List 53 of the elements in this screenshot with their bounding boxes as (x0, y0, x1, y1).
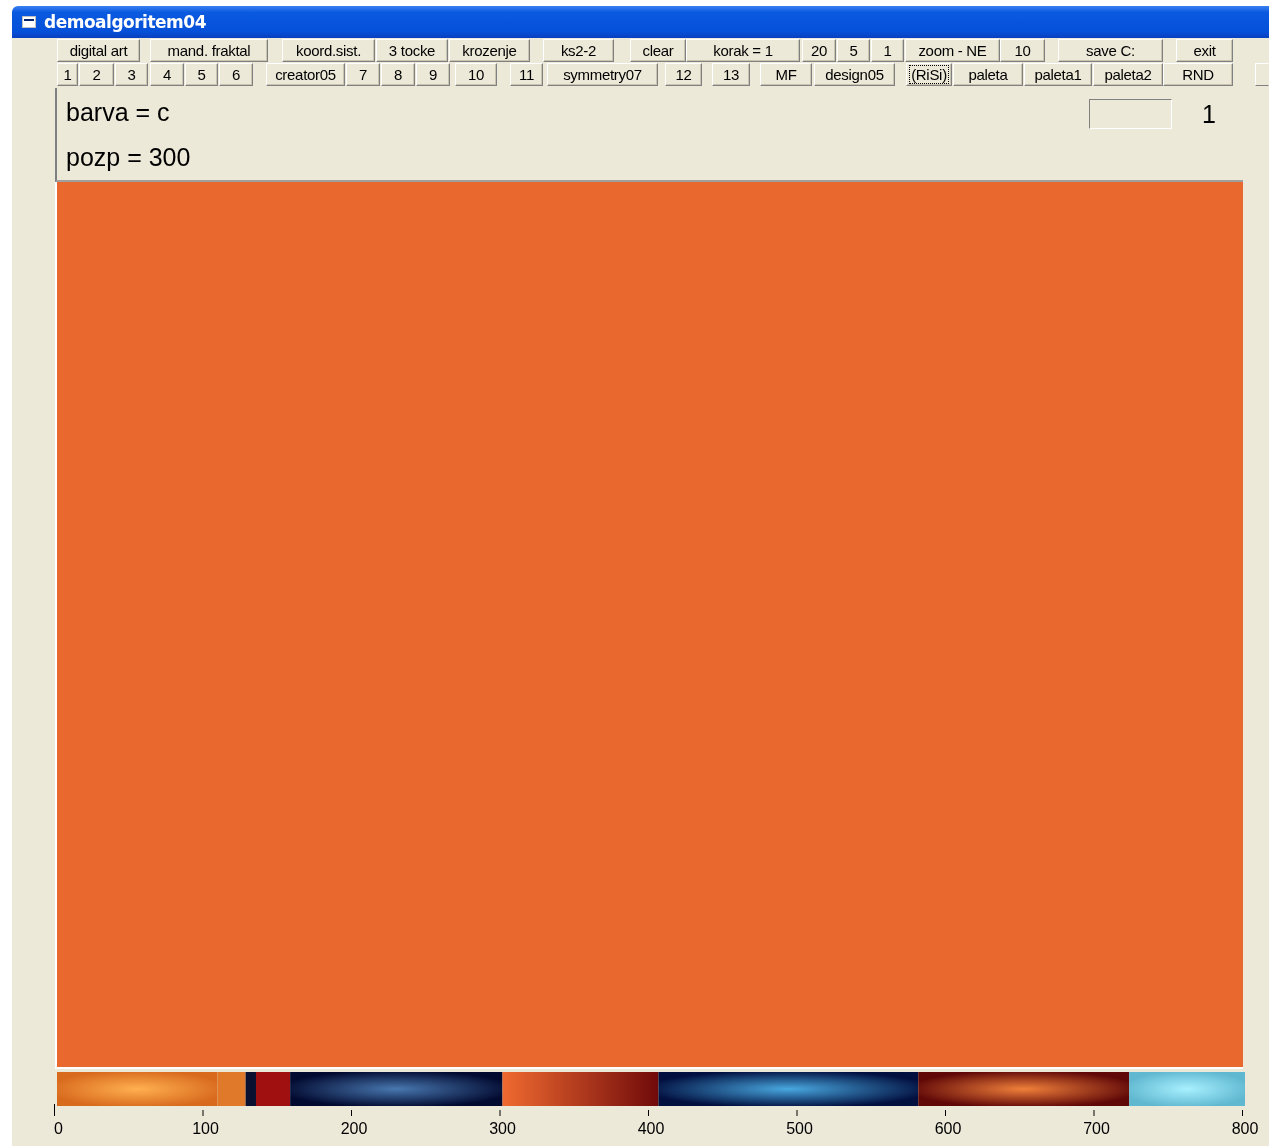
toolbar-button[interactable]: clear (630, 39, 686, 62)
toolbar-button[interactable]: paleta1 (1024, 63, 1092, 86)
toolbar-button[interactable]: zoom - NE (905, 39, 1000, 62)
toolbar-button[interactable]: 6 (219, 63, 253, 86)
toolbar-button[interactable]: 3 tocke (376, 39, 448, 62)
toolbar-button[interactable]: korak = 1 (686, 39, 800, 62)
toolbar-button[interactable]: 5 (185, 63, 218, 86)
toolbar-button[interactable]: (RiSi) (906, 63, 952, 86)
axis-label: 700 (1083, 1120, 1110, 1137)
axis-label: 600 (934, 1120, 962, 1137)
toolbar-button[interactable]: exit (1176, 39, 1233, 62)
window-title: demoalgoritem04 (44, 12, 206, 32)
toolbar-button[interactable]: 4 (150, 63, 184, 86)
toolbar-button[interactable]: save C: (1058, 39, 1163, 62)
toolbar-button[interactable]: 9 (416, 63, 450, 86)
toolbar-button[interactable]: 20 (802, 39, 836, 62)
toolbar-button[interactable]: mand. fraktal (150, 39, 268, 62)
toolbar-button[interactable]: 11 (510, 63, 543, 86)
color-label: barva = c (66, 97, 171, 128)
toolbar-button[interactable]: koord.sist. (282, 39, 375, 62)
toolbar-button[interactable]: symmetry07 (547, 63, 658, 86)
toolbar-button[interactable]: 1 (57, 63, 78, 86)
toolbar-button[interactable] (1255, 63, 1269, 86)
toolbar-button[interactable]: RND (1163, 63, 1233, 86)
axis-label: 0 (54, 1120, 63, 1137)
toolbar-button[interactable]: 3 (115, 63, 148, 86)
toolbar-button[interactable]: 13 (712, 63, 750, 86)
axis-label: 100 (192, 1120, 219, 1137)
toolbar-button[interactable]: digital art (57, 39, 140, 62)
axis-label: 200 (340, 1120, 368, 1137)
toolbar-button[interactable]: 2 (79, 63, 114, 86)
toolbar-button[interactable]: paleta2 (1093, 63, 1163, 86)
window-icon (22, 16, 36, 28)
toolbar-button[interactable]: paleta (953, 63, 1023, 86)
toolbar-button[interactable]: design05 (814, 63, 895, 86)
axis-label: 500 (786, 1120, 813, 1137)
axis-label: 400 (637, 1120, 665, 1137)
toolbar-button[interactable]: MF (760, 63, 812, 86)
toolbar-button[interactable]: 5 (837, 39, 870, 62)
toolbar-button[interactable]: creator05 (266, 63, 345, 86)
toolbar-button[interactable]: 10 (455, 63, 497, 86)
toolbar-button[interactable]: 8 (381, 63, 415, 86)
input-field[interactable] (1089, 99, 1173, 129)
counter-label: 1 (1202, 99, 1216, 129)
toolbar-button[interactable]: krozenje (449, 39, 530, 62)
toolbar-button[interactable]: ks2-2 (543, 39, 614, 62)
axis-label: 300 (489, 1120, 516, 1137)
position-label: pozp = 300 (66, 142, 191, 173)
toolbar-button[interactable]: 12 (665, 63, 702, 86)
toolbar-button[interactable]: 10 (1000, 39, 1045, 62)
toolbar-button[interactable]: 1 (871, 39, 904, 62)
axis-label: 800 (1231, 1120, 1259, 1137)
toolbar-button[interactable]: 7 (346, 63, 380, 86)
